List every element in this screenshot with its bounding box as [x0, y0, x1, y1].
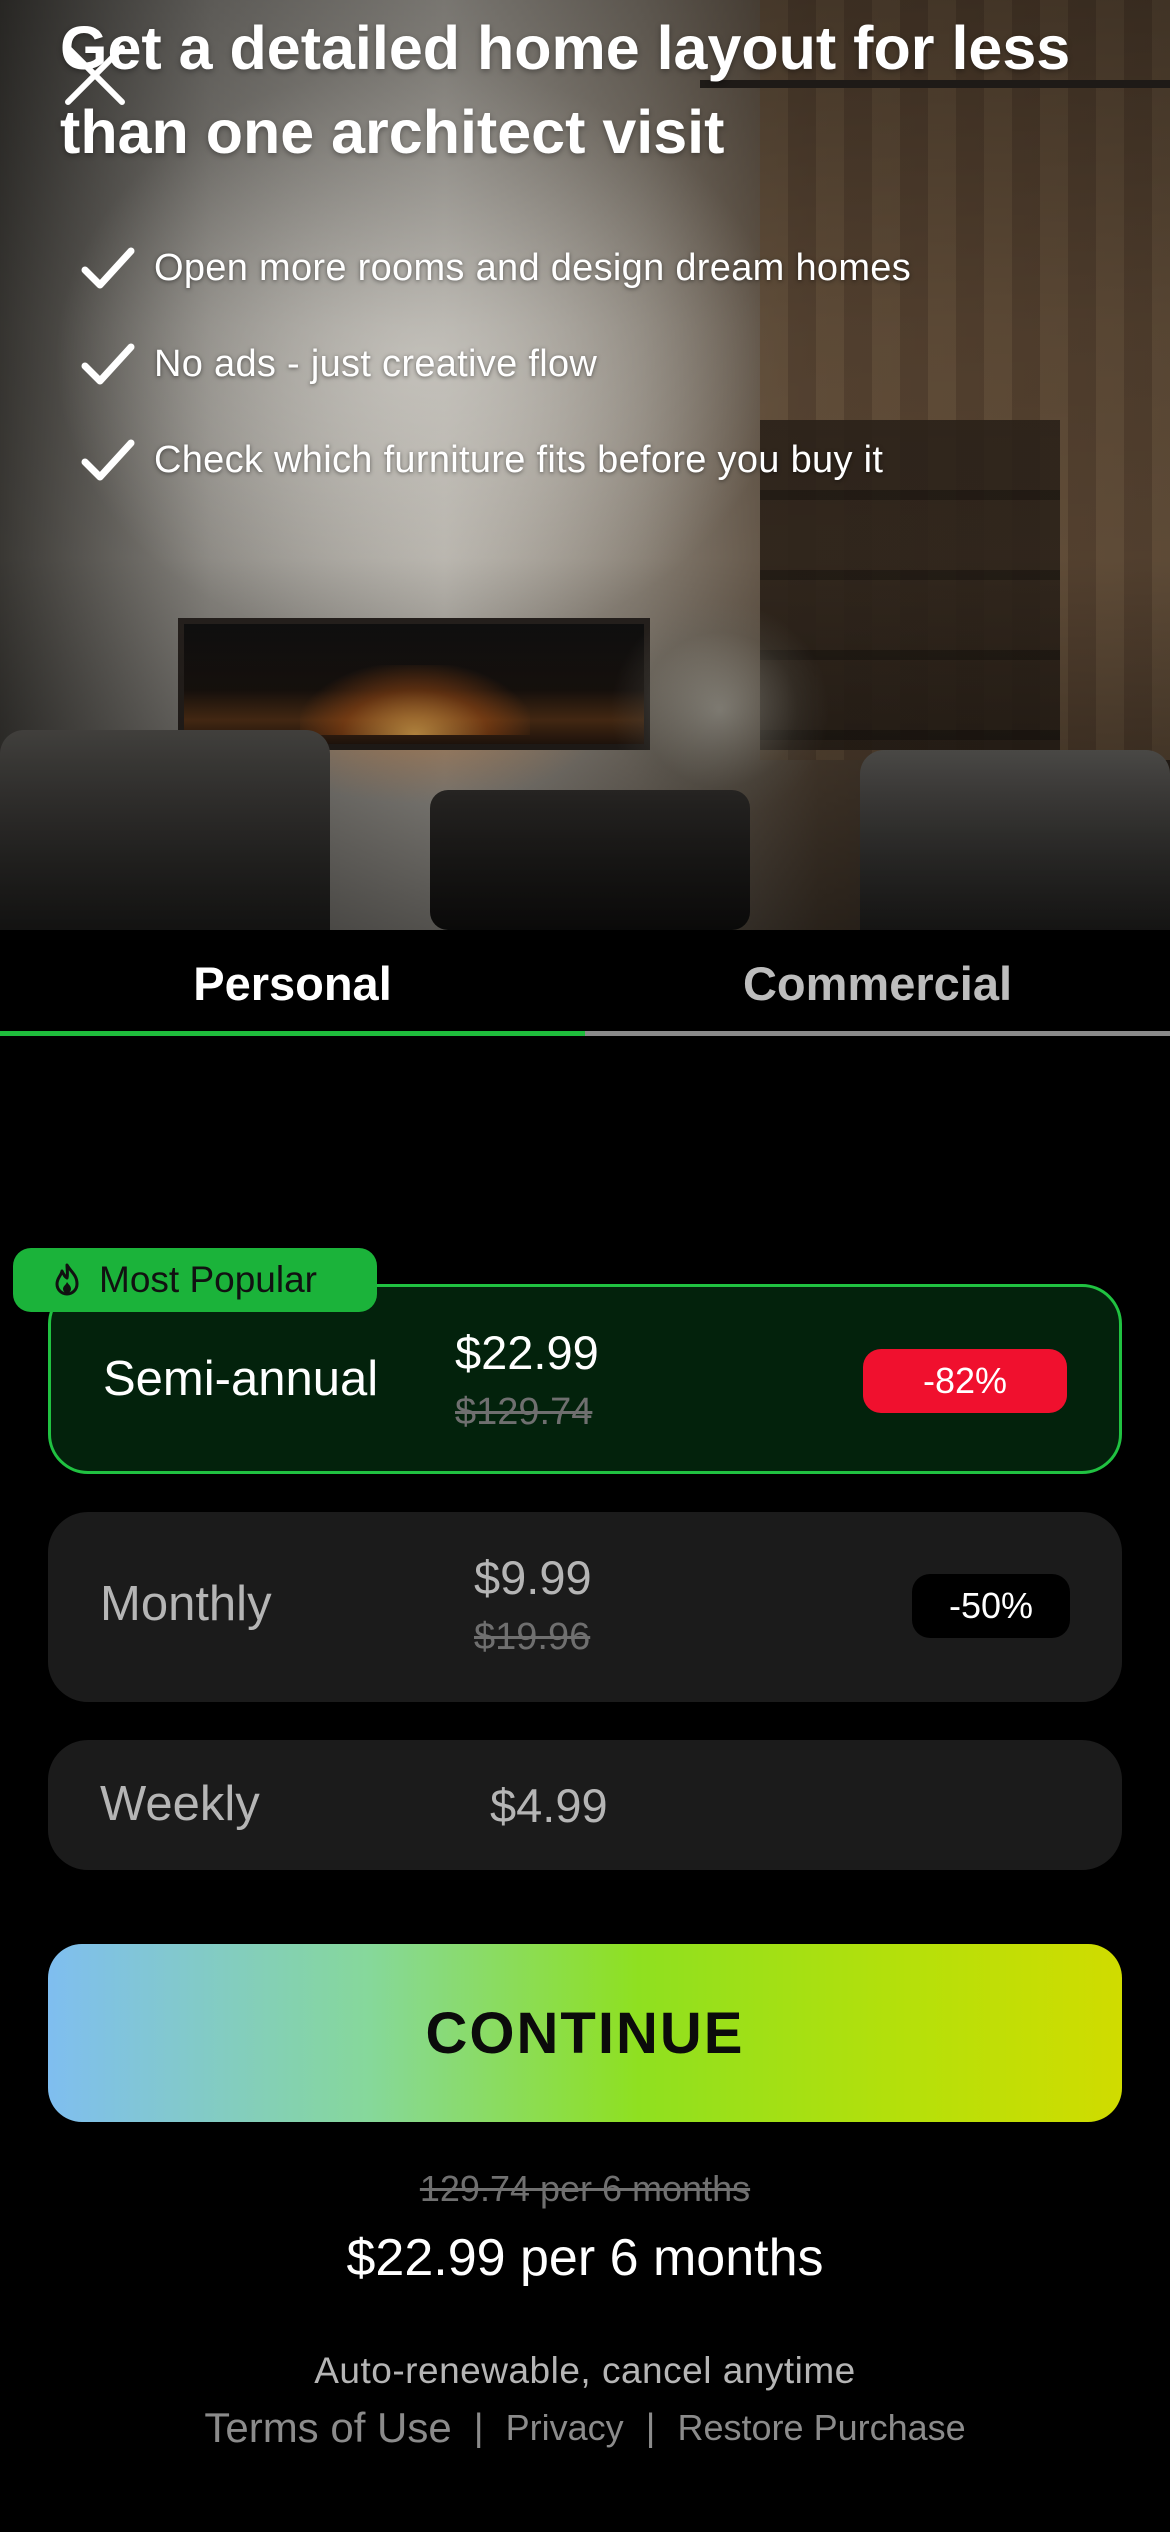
most-popular-label: Most Popular [99, 1259, 317, 1300]
feature-text: Open more rooms and design dream homes [154, 246, 912, 289]
continue-label: CONTINUE [425, 2000, 745, 2066]
restore-purchase-link[interactable]: Restore Purchase [678, 2407, 966, 2449]
tab-commercial[interactable]: Commercial [585, 930, 1170, 1036]
checkmark-icon [81, 439, 135, 481]
feature-text: No ads - just creative flow [154, 342, 598, 385]
plan-price: $22.99 [455, 1326, 599, 1379]
feature-text: Check which furniture fits before you bu… [154, 438, 884, 481]
flame-icon [55, 1263, 79, 1296]
discount-badge: -50% [912, 1574, 1070, 1638]
plan-option-weekly[interactable]: Weekly $4.99 [48, 1740, 1122, 1870]
checkmark-icon [81, 343, 135, 385]
close-button[interactable] [60, 40, 130, 110]
footer-separator: | [645, 2406, 656, 2449]
old-total-price: 129.74 per 6 months [419, 2168, 751, 2209]
tab-personal[interactable]: Personal [0, 930, 585, 1036]
plan-type-tabs: Personal Commercial [0, 930, 1170, 1036]
continue-button[interactable]: CONTINUE [48, 1944, 1122, 2122]
footer-separator: | [473, 2406, 484, 2449]
new-total-price: $22.99 per 6 months [346, 2229, 824, 2287]
renewal-note: Auto-renewable, cancel anytime [314, 2350, 856, 2391]
plan-old-price: $19.96 [474, 1616, 591, 1658]
checkmark-icon [81, 247, 135, 289]
plan-price: $9.99 [474, 1551, 592, 1604]
footer-links: Terms of Use | Privacy | Restore Purchas… [0, 2404, 1170, 2452]
plan-name: Semi-annual [103, 1352, 379, 1406]
terms-of-use-link[interactable]: Terms of Use [204, 2404, 451, 2452]
plan-option-monthly[interactable]: Monthly $9.99 $19.96 -50% [48, 1512, 1122, 1702]
close-icon[interactable] [60, 40, 130, 110]
plan-option-semi-annual[interactable]: Semi-annual $22.99 $129.74 -82% [48, 1284, 1122, 1474]
discount-badge: -82% [863, 1349, 1067, 1413]
plan-price: $4.99 [490, 1779, 608, 1832]
feature-item: Check which furniture fits before you bu… [80, 412, 1120, 508]
page-title: Get a detailed home layout for less than… [60, 14, 1071, 166]
most-popular-badge: Most Popular [13, 1248, 377, 1312]
plan-name: Weekly [100, 1777, 260, 1831]
plan-name: Monthly [100, 1577, 272, 1631]
privacy-link[interactable]: Privacy [506, 2407, 624, 2449]
feature-item: No ads - just creative flow [80, 316, 1120, 412]
feature-item: Open more rooms and design dream homes [80, 220, 1120, 316]
plan-old-price: $129.74 [455, 1391, 593, 1433]
feature-list: Open more rooms and design dream homes N… [80, 220, 1120, 508]
